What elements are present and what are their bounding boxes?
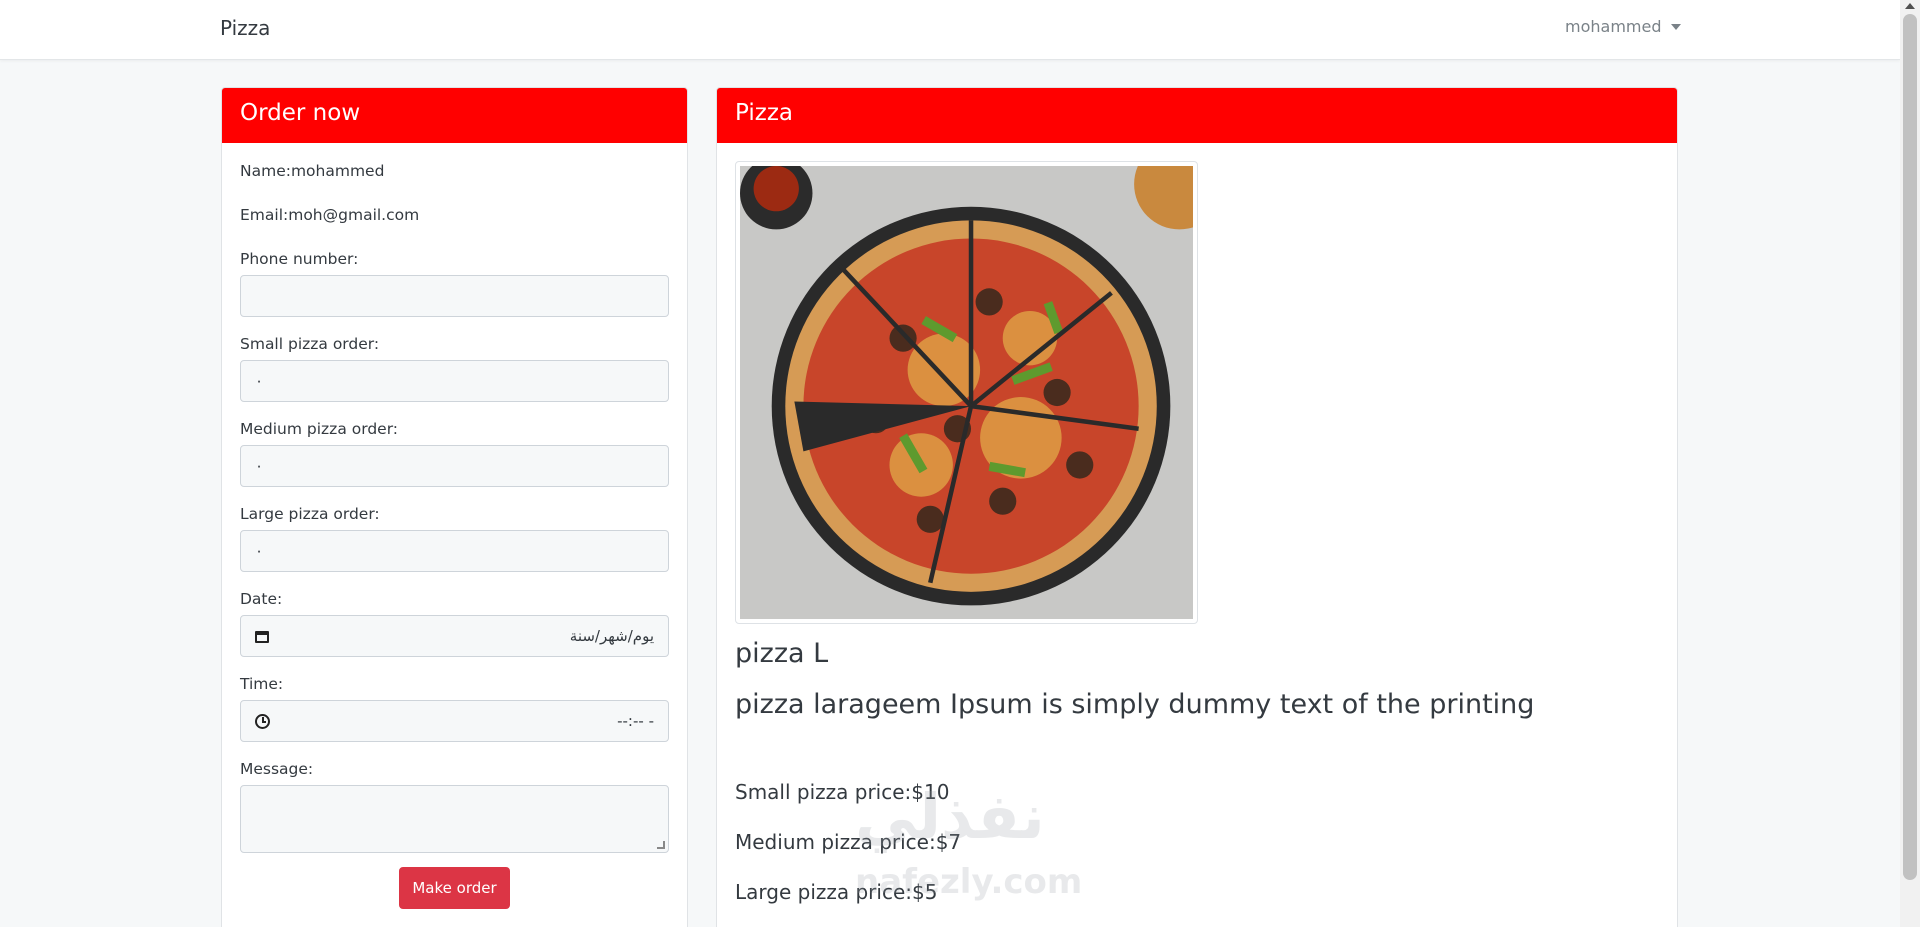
medium-price: Medium pizza price:$7 — [735, 830, 962, 854]
small-pizza-label: Small pizza order: — [240, 335, 380, 353]
pizza-description: pizza larageem Ipsum is simply dummy tex… — [735, 689, 1535, 720]
order-card: Order now Name:mohammed Email:moh@gmail.… — [221, 87, 688, 927]
message-textarea[interactable] — [240, 785, 669, 853]
user-menu[interactable]: mohammed — [1565, 17, 1681, 36]
medium-pizza-label: Medium pizza order: — [240, 420, 399, 438]
order-form: Name:mohammed Email:moh@gmail.com Phone … — [222, 143, 687, 909]
large-pizza-input[interactable]: ٠ — [240, 530, 669, 572]
pizza-title: pizza L — [735, 638, 829, 669]
caret-down-icon — [1670, 23, 1681, 30]
large-price: Large pizza price:$5 — [735, 880, 938, 904]
email-line: Email:moh@gmail.com — [240, 206, 420, 224]
pizza-details: pizza L pizza larageem Ipsum is simply d… — [717, 143, 1677, 922]
time-value: --:-- - — [617, 712, 654, 730]
resize-handle-icon[interactable] — [657, 841, 665, 849]
brand-logo[interactable]: Pizza — [220, 16, 270, 40]
pizza-card: Pizza pizza L pizza larageem Ipsum is si… — [716, 87, 1678, 927]
small-price: Small pizza price:$10 — [735, 780, 950, 804]
medium-pizza-input[interactable]: ٠ — [240, 445, 669, 487]
order-card-header: Order now — [222, 88, 687, 143]
pizza-illustration — [740, 166, 1193, 619]
large-pizza-label: Large pizza order: — [240, 505, 380, 523]
date-value: يوم/شهر/سنة — [569, 627, 654, 645]
date-label: Date: — [240, 590, 283, 608]
navbar: Pizza mohammed — [0, 0, 1900, 60]
pizza-image — [740, 166, 1193, 619]
time-input[interactable]: --:-- - — [240, 700, 669, 742]
user-name: mohammed — [1565, 17, 1662, 36]
message-label: Message: — [240, 760, 314, 778]
phone-input[interactable] — [240, 275, 669, 317]
make-order-button[interactable]: Make order — [399, 867, 510, 909]
scroll-up-arrow-icon[interactable] — [1905, 3, 1915, 9]
phone-label: Phone number: — [240, 250, 359, 268]
calendar-icon[interactable] — [255, 629, 269, 643]
pizza-card-header: Pizza — [717, 88, 1677, 143]
clock-icon[interactable] — [255, 713, 270, 729]
scrollbar-thumb[interactable] — [1903, 14, 1917, 880]
pizza-image-frame — [735, 161, 1198, 624]
time-label: Time: — [240, 675, 284, 693]
name-line: Name:mohammed — [240, 162, 385, 180]
scrollbar[interactable] — [1900, 0, 1920, 927]
small-pizza-input[interactable]: ٠ — [240, 360, 669, 402]
date-input[interactable]: يوم/شهر/سنة — [240, 615, 669, 657]
